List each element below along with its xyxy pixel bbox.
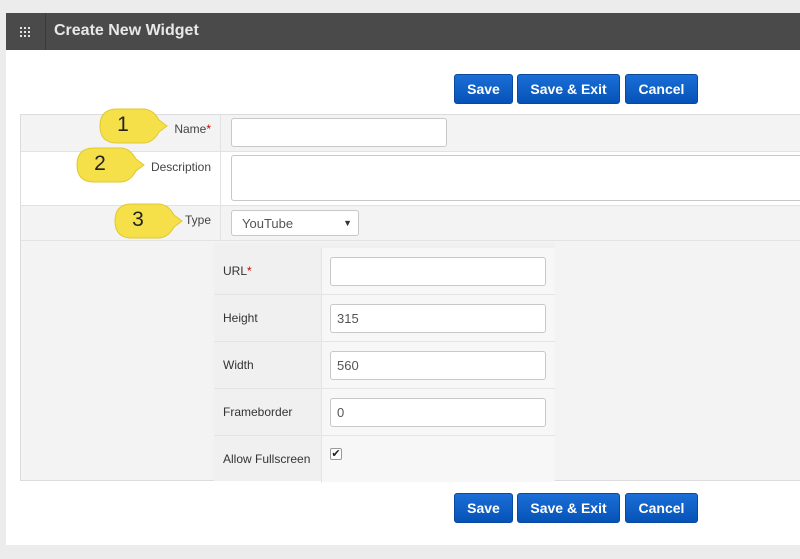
- save-exit-button[interactable]: Save & Exit: [517, 74, 620, 104]
- url-row: URL*: [214, 248, 555, 295]
- save-exit-button[interactable]: Save & Exit: [517, 493, 620, 523]
- cancel-button[interactable]: Cancel: [625, 493, 698, 523]
- callout-1: 1: [97, 106, 168, 144]
- description-label: Description: [150, 160, 211, 174]
- bottom-button-bar: Save Save & Exit Cancel: [454, 493, 800, 523]
- callout-2: 2: [74, 145, 145, 183]
- name-label: Name*: [174, 122, 211, 136]
- width-label: Width: [223, 358, 254, 372]
- name-input[interactable]: [231, 118, 447, 147]
- top-button-bar: Save Save & Exit Cancel: [454, 74, 800, 104]
- frameborder-row: Frameborder 0: [214, 389, 555, 436]
- allow-fullscreen-row: Allow Fullscreen ✔: [214, 436, 555, 483]
- allow-fullscreen-label: Allow Fullscreen: [223, 452, 311, 466]
- save-button[interactable]: Save: [454, 74, 513, 104]
- grid-menu-button[interactable]: [6, 13, 46, 50]
- cancel-button[interactable]: Cancel: [625, 74, 698, 104]
- youtube-settings: URL* Height 315 Width 560 Frameborder 0 …: [214, 243, 555, 483]
- callout-3: 3: [112, 201, 183, 239]
- allow-fullscreen-checkbox[interactable]: ✔: [330, 448, 342, 460]
- window-title: Create New Widget: [54, 22, 199, 39]
- window-titlebar: Create New Widget: [6, 13, 800, 50]
- save-button[interactable]: Save: [454, 493, 513, 523]
- frameborder-input[interactable]: 0: [330, 398, 546, 427]
- type-label: Type: [184, 213, 211, 227]
- description-textarea[interactable]: [231, 155, 800, 201]
- frameborder-label: Frameborder: [223, 405, 293, 419]
- width-input[interactable]: 560: [330, 351, 546, 380]
- url-input[interactable]: [330, 257, 546, 286]
- type-select[interactable]: YouTube ▼: [231, 210, 359, 236]
- url-label: URL*: [223, 264, 252, 278]
- height-row: Height 315: [214, 295, 555, 342]
- grid-icon: [20, 27, 30, 37]
- width-row: Width 560: [214, 342, 555, 389]
- height-label: Height: [223, 311, 258, 325]
- height-input[interactable]: 315: [330, 304, 546, 333]
- type-select-value: YouTube: [242, 215, 294, 231]
- caret-down-icon: ▼: [343, 218, 352, 228]
